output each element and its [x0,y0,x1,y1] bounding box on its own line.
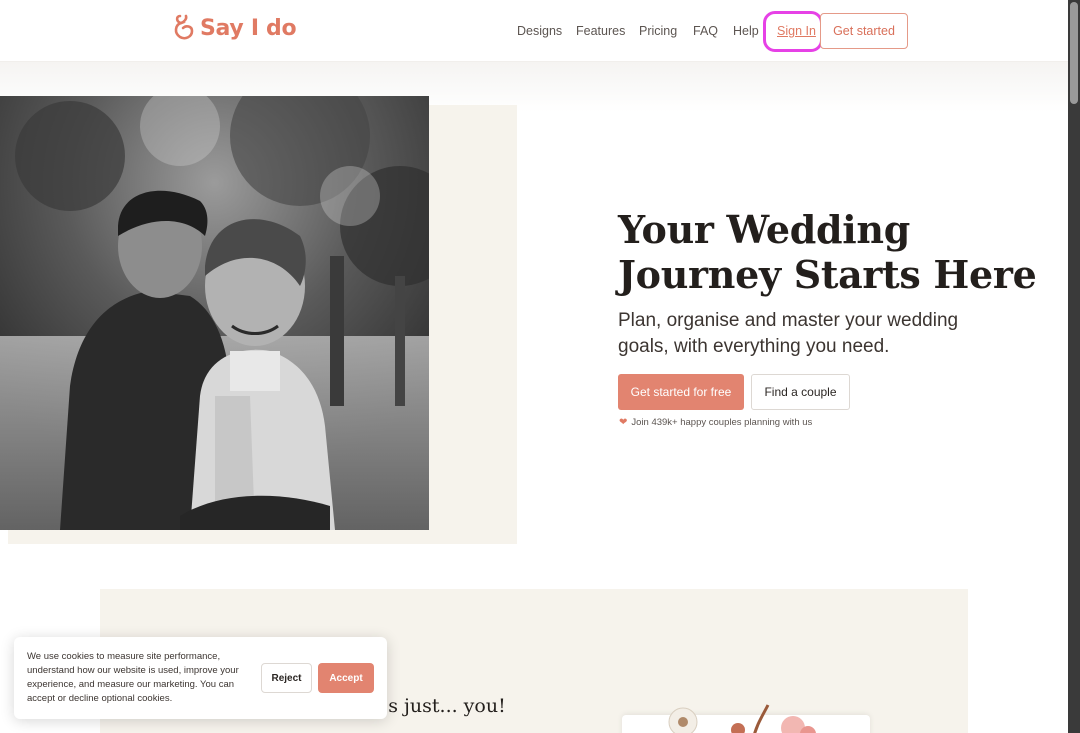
nav-faq[interactable]: FAQ [693,24,718,38]
page-scrollbar[interactable] [1068,0,1080,733]
hero-subtitle: Plan, organise and master your wedding g… [618,310,959,357]
heart-icon: ❤ [619,417,628,428]
logo-link[interactable]: Say I do [172,13,297,43]
nav-help[interactable]: Help [733,24,759,38]
section-heading-partial: 's just... you! [383,695,506,717]
header-get-started-button[interactable]: Get started [820,13,908,49]
nav-features[interactable]: Features [576,24,625,38]
logo-text: Say I do [200,15,297,41]
find-a-couple-button[interactable]: Find a couple [751,374,850,410]
social-proof-text: Join 439k+ happy couples planning with u… [631,417,813,428]
hero-title: Your Wedding Journey Starts Here [618,207,1038,297]
say-i-do-logo-icon [174,14,194,40]
floral-decoration [668,704,816,733]
cookie-accept-button[interactable]: Accept [318,663,374,693]
cookie-reject-button[interactable]: Reject [261,663,312,693]
nav-pricing[interactable]: Pricing [639,24,677,38]
social-proof: ❤ Join 439k+ happy couples planning with… [619,417,812,428]
scrollbar-thumb[interactable] [1070,2,1078,104]
hero-couple-photo [0,96,429,530]
hero-title-line-2: Journey Starts Here [618,252,1037,297]
sign-in-link[interactable]: Sign In [777,24,816,38]
get-started-free-button[interactable]: Get started for free [618,374,744,410]
hero-title-line-1: Your Wedding [618,207,910,252]
nav-designs[interactable]: Designs [517,24,562,38]
cookie-banner: We use cookies to measure site performan… [14,637,387,719]
site-header: Say I do Designs Features Pricing FAQ He… [0,0,1068,62]
cookie-message: We use cookies to measure site performan… [27,651,239,704]
